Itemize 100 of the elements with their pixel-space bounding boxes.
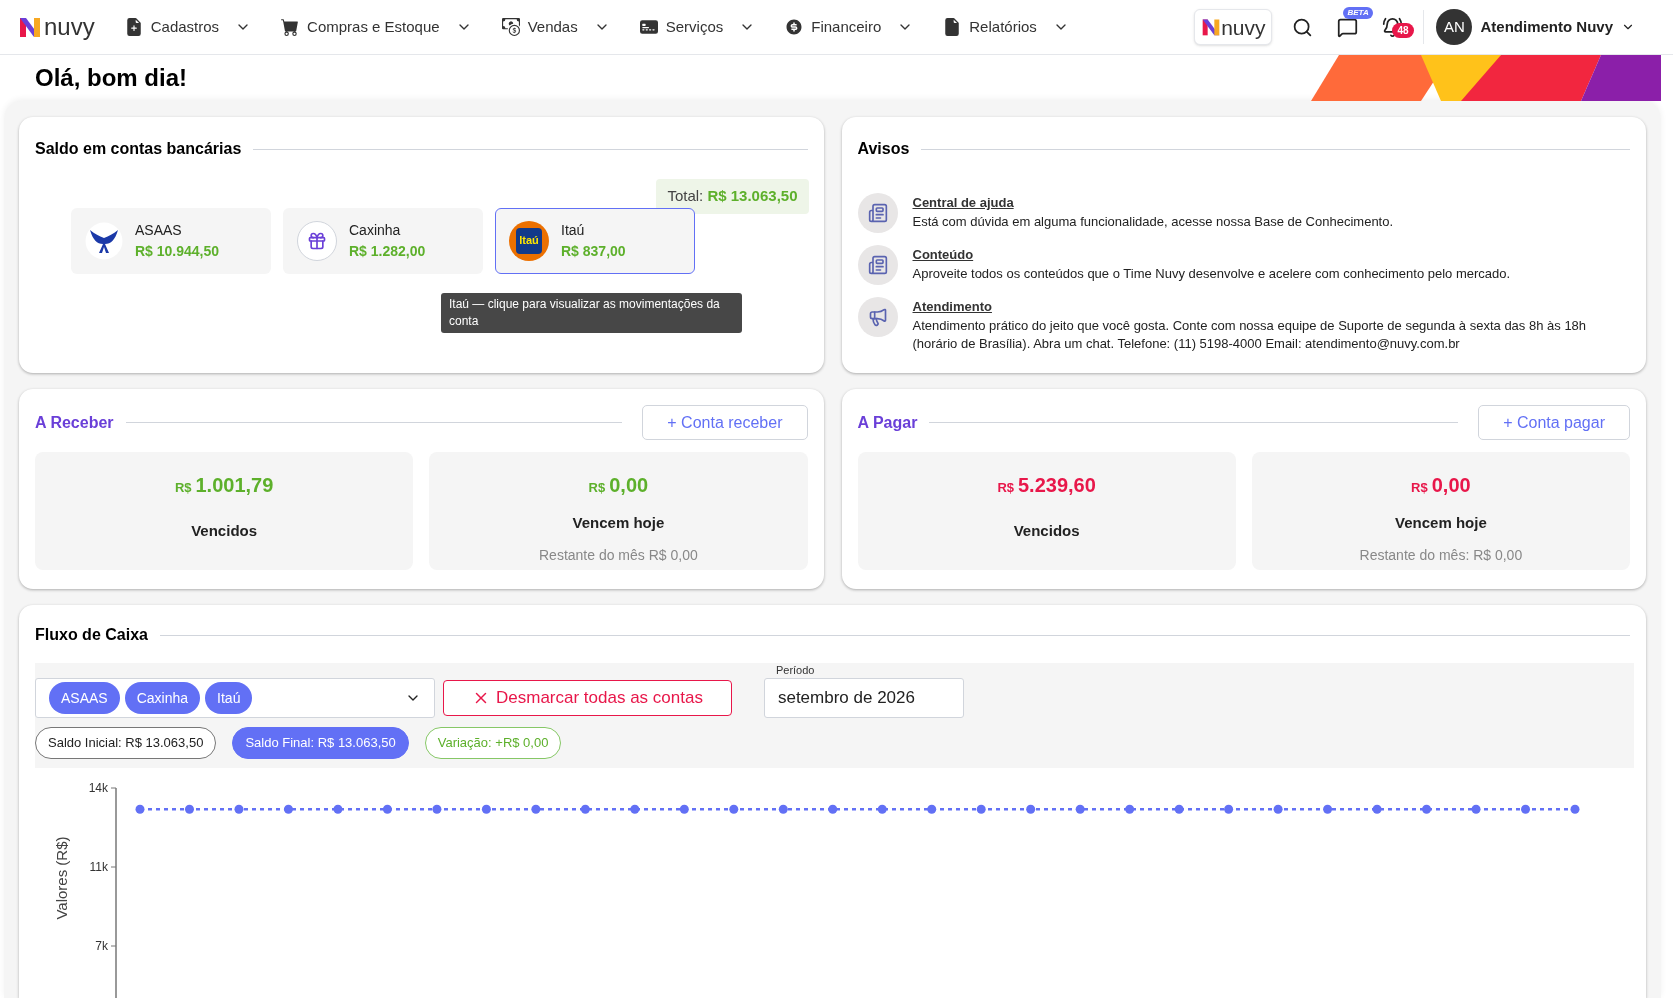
section-title: Fluxo de Caixa [35,625,148,645]
amount: R$ 0,00 [1411,473,1471,498]
chart-point [531,804,541,814]
period-field[interactable]: setembro de 2026 [763,678,964,718]
chart-point [778,804,788,814]
amount: R$ 1.001,79 [174,473,274,498]
chart-point [333,804,343,814]
user-avatar: AN [1436,9,1473,45]
beta-badge: BETA [1343,6,1373,19]
amount: R$ 0,00 [588,473,649,498]
chart-point [729,804,739,814]
chart-point [1372,804,1382,814]
chart-point [432,804,442,814]
summary-note: Restante do mês R$ 0,00 [539,545,698,565]
bank-logo: Itaú [509,220,549,261]
file-icon [943,18,962,36]
file-plus-icon [124,18,143,36]
notice-text: Aproveite todos os conteúdos que o Time Nuvy desenvolve e acelere com conhecimento pelo mercado. [912,264,1511,283]
chart-point [877,804,887,814]
chart-point [1224,804,1234,814]
notice-text: Atendimento prático do jeito que você gosta. Conte com nossa equipe de Suporte de segunda à sexta das 8h às 18h (horário de Brasília). Abra um chat. Telefone: (11) 5198-4000 Email: atendimento@nuvy.com.br [912,316,1588,353]
user-menu[interactable]: AN Atendimento Nuvy [1436,9,1635,45]
notice-link[interactable]: Conteúdo [912,245,974,265]
greeting: Olá, bom dia! [35,63,187,93]
nav-menu-item[interactable]: Financeiro [785,15,914,39]
section-title: A Receber [35,412,114,433]
add-account-button[interactable]: + Conta pagar [1478,405,1630,440]
search-icon[interactable] [1292,16,1314,38]
nav-menu-item[interactable]: Compras e Estoque [281,15,472,39]
account-name: ASAAS [135,220,183,240]
chart-point [1125,804,1135,814]
balance-chip: Saldo Inicial: R$ 13.063,50 [35,727,217,759]
account-select[interactable]: ASAAS Caxinha Itaú [35,678,435,718]
chart-point [1273,804,1283,814]
tooltip: Itaú — clique para visualizar as movimentações da conta [441,293,742,333]
logo-icon [1201,17,1222,37]
partner-logo-button[interactable]: nuvy [1194,9,1273,45]
balance-chip: Variação: +R$ 0,00 [424,727,562,759]
account-card[interactable]: ASAAS R$ 10.944,50 [71,207,271,274]
field-label: Período [774,663,816,677]
megaphone-icon [857,297,898,337]
chart-point [1026,804,1036,814]
hand-coins-icon [501,18,520,36]
tick-label: 7k [95,939,108,953]
account-chip[interactable]: Itaú [205,682,253,714]
amount: R$ 5.239,60 [997,473,1096,498]
account-card[interactable]: Caxinha R$ 1.282,00 [283,207,483,274]
card-icon [639,18,658,36]
account-amount: R$ 1.282,00 [349,241,426,261]
chart-point [135,804,145,814]
account-chip[interactable]: ASAAS [49,682,120,714]
chart-point [283,804,293,814]
chart-point [1471,804,1481,814]
chart-point [185,804,194,814]
clear-accounts-button[interactable]: Desmarcar todas as contas [443,680,732,716]
tick-label: 14k [88,781,108,795]
chart-point [1570,804,1580,814]
summary-label: Vencem hoje [1395,513,1487,533]
notice-text: Está com dúvida em alguma funcionalidade, acesse nossa Base de Conhecimento. [912,212,1394,231]
axis-title: Valores (R$) [53,836,70,920]
notice-link[interactable]: Atendimento [912,297,992,317]
chat-icon[interactable] [1337,16,1359,38]
account-name: Itaú [561,220,586,240]
balance-chip: Saldo Final: R$ 13.063,50 [232,727,409,759]
chart-point [1174,804,1184,814]
chart-point [828,804,838,814]
chart-point [1323,804,1333,814]
nav-menu-item[interactable]: Serviços [639,15,756,39]
account-chip[interactable]: Caxinha [124,682,201,714]
chart-point [580,804,590,814]
section-title: A Pagar [857,412,918,433]
chart-point [679,804,689,814]
chart-point [1075,804,1085,814]
account-amount: R$ 837,00 [561,241,626,261]
total-badge: Total: R$ 13.063,50 [656,179,809,214]
tick-label: 11k [89,860,108,874]
nav-menu-item[interactable]: Cadastros [124,15,252,39]
notification-badge: 48 [1392,22,1414,38]
cart-icon [281,18,300,36]
chart-point [1422,804,1432,814]
newspaper-icon [857,193,898,233]
summary-note: Restante do mês: R$ 0,00 [1359,545,1523,565]
summary-label: Vencidos [1013,521,1080,541]
chart-point [976,804,986,814]
add-account-button[interactable]: + Conta receber [642,405,808,440]
summary-label: Vencidos [191,521,258,541]
wings-logo-icon [85,221,123,260]
nav-menu-item[interactable]: Vendas [501,15,610,39]
chart-point [234,804,244,814]
notice-link[interactable]: Central de ajuda [912,193,1014,213]
logo-icon [18,15,42,39]
nav-menu-item[interactable]: Relatórios [943,15,1069,39]
chart-point [630,804,640,814]
account-amount: R$ 10.944,50 [135,241,220,261]
chart-point [1521,804,1530,814]
brand-name: nuvy [44,15,95,39]
gift-logo-icon [297,220,337,261]
chart-point [481,804,491,814]
chart-point [927,804,937,814]
account-card[interactable]: Itaú Itaú R$ 837,00 [495,207,695,274]
